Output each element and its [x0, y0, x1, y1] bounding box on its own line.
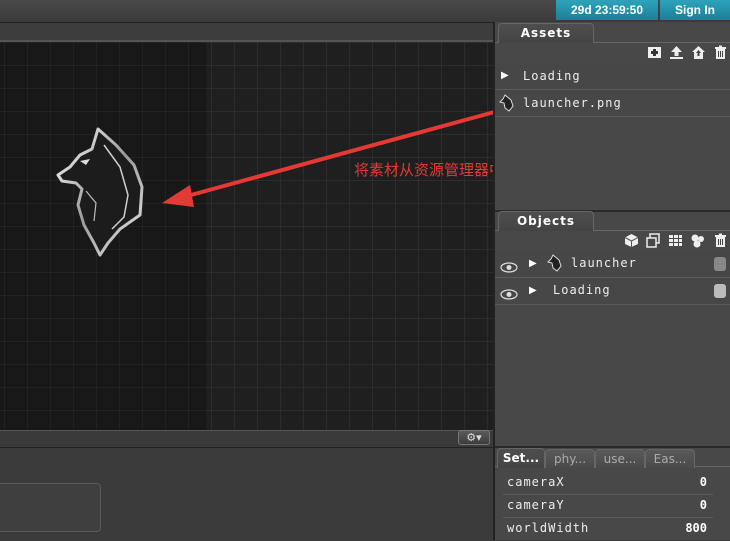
property-row-worldwidth[interactable]: worldWidth 800 — [503, 518, 713, 540]
tab-user[interactable]: use... — [595, 449, 645, 468]
eye-icon[interactable] — [500, 258, 518, 277]
home-upload-icon[interactable] — [691, 45, 706, 60]
property-label: worldWidth — [507, 521, 590, 535]
trash-icon[interactable] — [713, 233, 728, 248]
object-label: launcher — [571, 256, 637, 270]
bottom-input-box[interactable] — [0, 483, 101, 532]
object-label: Loading — [553, 283, 611, 297]
asset-row-launcher[interactable]: launcher.png — [495, 90, 730, 117]
lock-icon[interactable] — [714, 257, 726, 271]
grid-icon[interactable] — [668, 233, 683, 248]
canvas-status-bar — [0, 430, 493, 447]
expand-triangle-icon[interactable]: ▶ — [529, 285, 537, 296]
asset-label: Loading — [523, 69, 581, 83]
expand-triangle-icon[interactable]: ▶ — [529, 258, 537, 269]
group-icon[interactable] — [690, 233, 705, 248]
asset-row-loading[interactable]: ▶ Loading — [495, 63, 730, 90]
tab-assets[interactable]: Assets — [498, 23, 594, 43]
tab-settings[interactable]: Set... — [497, 448, 545, 468]
add-folder-icon[interactable] — [647, 45, 662, 60]
eye-icon[interactable] — [500, 285, 518, 304]
sign-in-button[interactable]: Sign In — [660, 0, 730, 20]
property-label: cameraX — [507, 475, 565, 489]
property-value[interactable]: 0 — [700, 498, 707, 512]
lock-icon[interactable] — [714, 284, 726, 298]
copy-icon[interactable] — [646, 233, 661, 248]
canvas-settings-button[interactable]: ⚙▾ — [458, 430, 490, 445]
asset-label: launcher.png — [523, 96, 622, 110]
wolf-thumbnail-icon — [499, 94, 515, 116]
wolf-head-sprite[interactable] — [50, 125, 150, 260]
property-label: cameraY — [507, 498, 565, 512]
property-value[interactable]: 0 — [700, 475, 707, 489]
tab-objects[interactable]: Objects — [498, 211, 594, 231]
property-value[interactable]: 800 — [685, 521, 707, 535]
tab-easing[interactable]: Eas... — [645, 449, 695, 468]
upload-icon[interactable] — [669, 45, 684, 60]
countdown-timer: 29d 23:59:50 — [556, 0, 658, 20]
object-row-launcher[interactable]: ▶ launcher — [495, 251, 730, 278]
wolf-thumbnail-icon — [547, 254, 563, 276]
expand-triangle-icon[interactable]: ▶ — [501, 70, 509, 81]
cube-icon[interactable] — [624, 233, 639, 248]
property-row-cameray[interactable]: cameraY 0 — [503, 495, 713, 518]
trash-icon[interactable] — [713, 45, 728, 60]
property-row-camerax[interactable]: cameraX 0 — [503, 472, 713, 495]
tab-physics[interactable]: phy... — [545, 449, 595, 468]
object-row-loading[interactable]: ▶ Loading — [495, 278, 730, 305]
gear-icon: ⚙▾ — [466, 431, 482, 444]
